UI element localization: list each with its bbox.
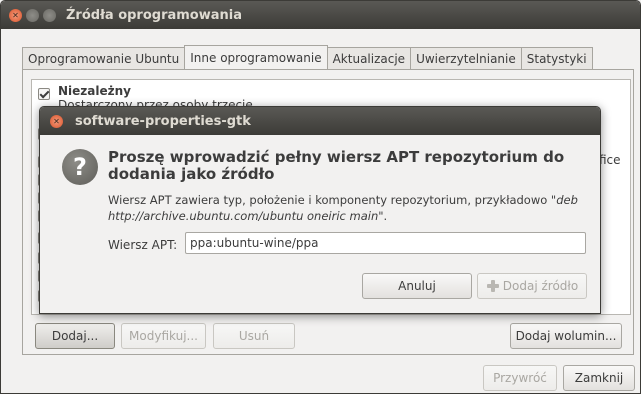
add-button[interactable]: Dodaj... xyxy=(35,323,115,349)
dialog-title: software-properties-gtk xyxy=(75,113,251,129)
apt-line-label: Wiersz APT: xyxy=(108,238,178,252)
add-source-dialog: ✕ software-properties-gtk ? Proszę wprow… xyxy=(39,106,601,314)
question-icon: ? xyxy=(62,149,98,185)
close-icon[interactable]: ✕ xyxy=(50,114,63,128)
window-title: Źródła oprogramowania xyxy=(66,7,243,23)
apt-line-input[interactable] xyxy=(185,232,586,254)
add-source-label: Dodaj źródło xyxy=(502,279,579,293)
tab-updates[interactable]: Aktualizacje xyxy=(326,47,412,69)
cancel-button[interactable]: Anuluj xyxy=(362,273,472,299)
dialog-description: Wiersz APT zawiera typ, położenie i komp… xyxy=(108,193,578,223)
add-volume-button[interactable]: Dodaj wolumin... xyxy=(510,323,622,349)
tab-bar: Oprogramowanie Ubuntu Inne oprogramowani… xyxy=(22,45,593,69)
source-text-partial: fice xyxy=(599,153,621,167)
source-title: Niezależny xyxy=(58,84,131,98)
window-titlebar[interactable]: ✕ Źródła oprogramowania xyxy=(1,1,640,29)
dialog-headline: Proszę wprowadzić pełny wiersz APT repoz… xyxy=(108,148,565,183)
revert-button[interactable]: Przywróć xyxy=(483,365,557,391)
close-icon[interactable]: ✕ xyxy=(9,8,22,22)
minimize-icon[interactable] xyxy=(26,8,39,22)
add-source-button[interactable]: Dodaj źródło xyxy=(477,273,587,299)
remove-button[interactable]: Usuń xyxy=(213,323,295,349)
source-checkbox[interactable] xyxy=(38,88,50,100)
plus-icon xyxy=(486,279,500,293)
close-button[interactable]: Zamknij xyxy=(563,365,635,391)
tab-ubuntu-software[interactable]: Oprogramowanie Ubuntu xyxy=(22,47,186,69)
tab-other-software[interactable]: Inne oprogramowanie xyxy=(184,45,328,69)
tab-authentication[interactable]: Uwierzytelnianie xyxy=(410,47,522,69)
maximize-icon[interactable] xyxy=(43,8,56,22)
dialog-titlebar[interactable]: ✕ software-properties-gtk xyxy=(40,107,600,135)
edit-button[interactable]: Modyfikuj... xyxy=(121,323,206,349)
tab-statistics[interactable]: Statystyki xyxy=(520,47,593,69)
